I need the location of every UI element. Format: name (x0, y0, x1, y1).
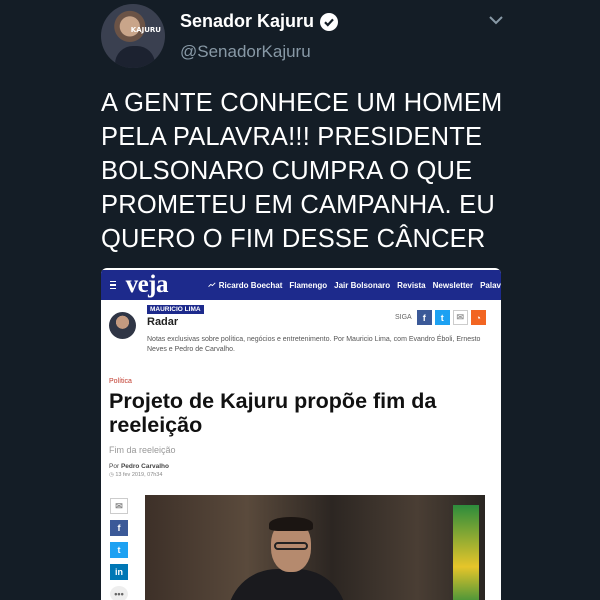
tweet-author-avatar[interactable]: KAJURU (101, 4, 165, 68)
tweet-text: A GENTE CONHECE UM HOMEM PELA PALAVRA!!!… (101, 89, 503, 253)
blog-name[interactable]: Radar (147, 316, 178, 328)
chevron-down-icon[interactable] (488, 14, 504, 26)
site-header: veja Ricardo Boechat Flamengo Jair Bolso… (101, 270, 501, 300)
nav-link[interactable]: Newsletter (433, 281, 473, 290)
nav-link[interactable]: Flamengo (289, 281, 327, 290)
nav-link[interactable]: Ricardo Boechat (219, 281, 283, 290)
avatar-text: KAJURU (130, 26, 161, 34)
nav-link[interactable]: Revista (397, 281, 425, 290)
tweet-author-row: Senador Kajuru (180, 11, 339, 32)
article-subheadline: Fim da reeleição (109, 445, 176, 455)
article-date-text: 13 fev 2019, 07h34 (115, 472, 163, 478)
facebook-icon[interactable]: f (416, 310, 432, 325)
article-date: ◷ 13 fev 2019, 07h34 (109, 472, 163, 478)
avatar-figure (115, 46, 155, 68)
blog-author-avatar (109, 312, 136, 339)
nav-link[interactable]: Palav (480, 281, 501, 290)
article-headline: Projeto de Kajuru propõe fim da reeleiçã… (109, 389, 437, 437)
blog-description: Notas exclusivas sobre política, negócio… (147, 336, 481, 353)
photo-figure-hair (269, 517, 313, 531)
article-category[interactable]: Política (109, 378, 132, 385)
tweet-display-name[interactable]: Senador Kajuru (180, 11, 314, 32)
byline-prefix: Por (109, 463, 120, 470)
flag-shape (453, 505, 479, 600)
share-column: ✉ f t in ••• (110, 498, 128, 600)
nav-link[interactable]: Jair Bolsonaro (334, 281, 390, 290)
rss-icon[interactable]: ◔ (470, 310, 486, 325)
article-byline: Por Pedro Carvalho (109, 463, 169, 470)
facebook-icon[interactable]: f (110, 520, 128, 536)
linkedin-icon[interactable]: in (110, 564, 128, 580)
article-author[interactable]: Pedro Carvalho (121, 463, 169, 470)
trending-icon (208, 282, 216, 287)
blog-badge: MAURICIO LIMA (147, 305, 204, 314)
site-nav: Ricardo Boechat Flamengo Jair Bolsonaro … (219, 281, 501, 290)
mail-icon[interactable]: ✉ (452, 310, 468, 325)
tweet-handle[interactable]: @SenadorKajuru (180, 42, 311, 62)
twitter-icon[interactable]: t (110, 542, 128, 558)
hamburger-menu-icon[interactable] (110, 280, 116, 290)
twitter-icon[interactable]: t (434, 310, 450, 325)
attached-screenshot[interactable]: veja Ricardo Boechat Flamengo Jair Bolso… (101, 268, 501, 600)
follow-label: SIGA (395, 314, 412, 321)
photo-figure-glasses (274, 542, 308, 550)
verified-badge-icon (320, 12, 339, 31)
article-photo (145, 495, 485, 600)
mail-icon[interactable]: ✉ (110, 498, 128, 514)
more-icon[interactable]: ••• (110, 586, 128, 600)
site-logo[interactable]: veja (126, 271, 169, 299)
follow-bar: SIGA f t ✉ ◔ (395, 310, 486, 325)
